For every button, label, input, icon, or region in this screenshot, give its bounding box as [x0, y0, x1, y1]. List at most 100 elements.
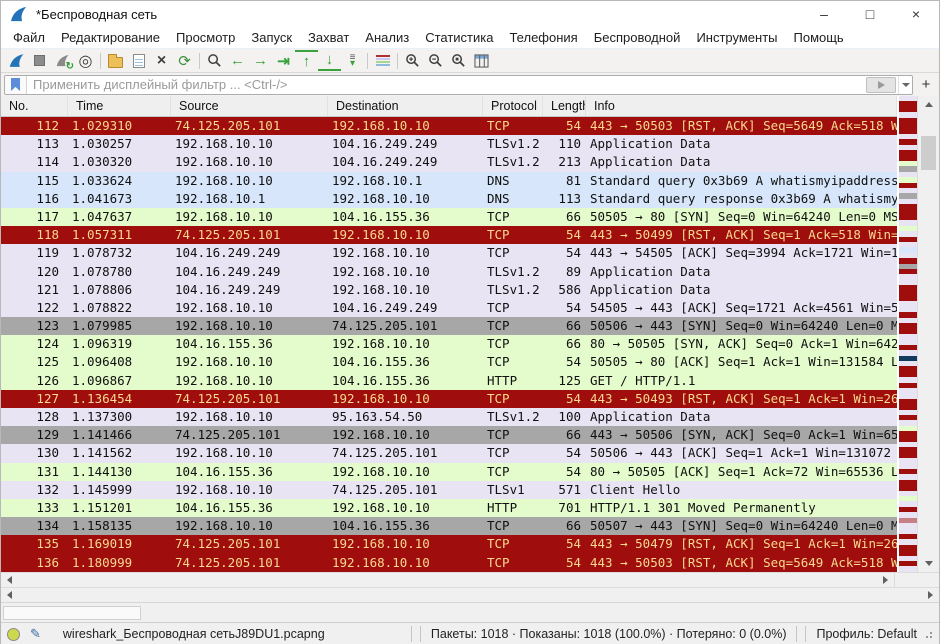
packet-row[interactable]: 135 1.169019 74.125.205.101 192.168.10.1…	[1, 535, 897, 553]
horizontal-scrollbar-list[interactable]	[1, 572, 939, 587]
column-header-destination[interactable]: Destination	[328, 96, 483, 116]
filter-dropdown-caret[interactable]	[898, 76, 912, 94]
cell-source: 74.125.205.101	[171, 535, 328, 553]
resize-grip[interactable]	[923, 628, 933, 640]
scroll-right-button[interactable]	[877, 573, 894, 587]
capture-comment-icon[interactable]: ✎	[30, 626, 41, 642]
menu-item[interactable]: Телефония	[501, 28, 585, 47]
menu-item[interactable]: Просмотр	[168, 28, 243, 47]
menu-item[interactable]: Захват	[300, 28, 357, 47]
resize-columns-icon[interactable]	[470, 50, 493, 71]
packet-row[interactable]: 132 1.145999 192.168.10.10 74.125.205.10…	[1, 481, 897, 499]
maximize-button[interactable]: □	[847, 1, 893, 27]
packet-row[interactable]: 120 1.078780 104.16.249.249 192.168.10.1…	[1, 263, 897, 281]
vertical-scroll-thumb[interactable]	[921, 136, 936, 170]
packet-row[interactable]: 117 1.047637 192.168.10.10 104.16.155.36…	[1, 208, 897, 226]
packet-row[interactable]: 114 1.030320 192.168.10.10 104.16.249.24…	[1, 153, 897, 171]
close-file-icon[interactable]: ×	[150, 50, 173, 71]
expert-info-icon[interactable]	[7, 628, 20, 641]
cell-no: 112	[1, 117, 68, 135]
restart-capture-icon[interactable]: ↻	[51, 50, 74, 71]
wireshark-logo-icon	[10, 6, 28, 22]
packet-row[interactable]: 124 1.096319 104.16.155.36 192.168.10.10…	[1, 335, 897, 353]
cell-length: 81	[543, 172, 586, 190]
column-header-time[interactable]: Time	[68, 96, 171, 116]
scroll-down-button[interactable]	[918, 555, 939, 572]
packet-row[interactable]: 115 1.033624 192.168.10.10 192.168.10.1 …	[1, 172, 897, 190]
menu-item[interactable]: Анализ	[357, 28, 417, 47]
packet-row[interactable]: 125 1.096408 192.168.10.10 104.16.155.36…	[1, 353, 897, 371]
packet-row[interactable]: 127 1.136454 74.125.205.101 192.168.10.1…	[1, 390, 897, 408]
capture-options-icon[interactable]: ◎	[74, 50, 97, 71]
autoscroll-icon[interactable]: ≡▾	[341, 50, 364, 71]
horizontal-scroll-track[interactable]	[18, 573, 877, 587]
filter-add-button[interactable]: +	[916, 75, 936, 95]
packet-row[interactable]: 116 1.041673 192.168.10.1 192.168.10.10 …	[1, 190, 897, 208]
cell-protocol: TCP	[483, 317, 543, 335]
packet-row[interactable]: 119 1.078732 104.16.249.249 192.168.10.1…	[1, 244, 897, 262]
packet-row[interactable]: 129 1.141466 74.125.205.101 192.168.10.1…	[1, 426, 897, 444]
menu-item[interactable]: Запуск	[243, 28, 300, 47]
column-header-source[interactable]: Source	[171, 96, 328, 116]
previous-packet-icon[interactable]: ←	[226, 50, 249, 71]
start-capture-icon[interactable]	[5, 50, 28, 71]
packet-row[interactable]: 121 1.078806 104.16.249.249 192.168.10.1…	[1, 281, 897, 299]
first-packet-icon[interactable]: ↑	[295, 50, 318, 71]
menu-item[interactable]: Статистика	[417, 28, 501, 47]
menu-item[interactable]: Беспроводной	[586, 28, 689, 47]
column-header-no[interactable]: No.	[1, 96, 68, 116]
minimize-button[interactable]: –	[801, 1, 847, 27]
horizontal-scrollbar-secondary[interactable]	[1, 587, 939, 602]
zoom-out-icon[interactable]	[424, 50, 447, 71]
column-header-protocol[interactable]: Protocol	[483, 96, 543, 116]
scroll-left-button[interactable]	[1, 588, 18, 602]
scroll-right-button[interactable]	[922, 588, 939, 602]
zoom-reset-icon[interactable]	[447, 50, 470, 71]
packet-row[interactable]: 118 1.057311 74.125.205.101 192.168.10.1…	[1, 226, 897, 244]
scroll-left-button[interactable]	[1, 573, 18, 587]
packet-row[interactable]: 136 1.180999 74.125.205.101 192.168.10.1…	[1, 554, 897, 572]
scroll-up-button[interactable]	[918, 96, 939, 113]
cell-length: 54	[543, 535, 586, 553]
packet-minimap[interactable]	[897, 96, 917, 572]
stop-capture-icon[interactable]	[28, 50, 51, 71]
menu-item[interactable]: Помощь	[786, 28, 852, 47]
cell-time: 1.141562	[68, 444, 171, 462]
filter-apply-button[interactable]	[866, 77, 896, 93]
packet-row[interactable]: 113 1.030257 192.168.10.10 104.16.249.24…	[1, 135, 897, 153]
menu-item[interactable]: Редактирование	[53, 28, 168, 47]
colorize-icon[interactable]	[371, 50, 394, 71]
next-packet-icon[interactable]: →	[249, 50, 272, 71]
packet-row[interactable]: 134 1.158135 192.168.10.10 104.16.155.36…	[1, 517, 897, 535]
packet-row[interactable]: 133 1.151201 104.16.155.36 192.168.10.10…	[1, 499, 897, 517]
find-packet-icon[interactable]	[203, 50, 226, 71]
menu-item[interactable]: Инструменты	[688, 28, 785, 47]
cell-protocol: TCP	[483, 535, 543, 553]
cell-length: 54	[543, 244, 586, 262]
packet-row[interactable]: 128 1.137300 192.168.10.10 95.163.54.50 …	[1, 408, 897, 426]
cell-source: 192.168.10.10	[171, 299, 328, 317]
close-button[interactable]: ×	[893, 1, 939, 27]
packet-row[interactable]: 126 1.096867 192.168.10.10 104.16.155.36…	[1, 372, 897, 390]
reload-file-icon[interactable]: ⟳	[173, 50, 196, 71]
cell-length: 54	[543, 117, 586, 135]
profile-selector[interactable]: Профиль: Default	[810, 627, 923, 641]
menu-item[interactable]: Файл	[5, 28, 53, 47]
packet-row[interactable]: 122 1.078822 192.168.10.10 104.16.249.24…	[1, 299, 897, 317]
display-filter-input[interactable]	[27, 77, 866, 92]
column-header-length[interactable]: Length	[543, 96, 586, 116]
packet-row[interactable]: 131 1.144130 104.16.155.36 192.168.10.10…	[1, 463, 897, 481]
packet-list-header: No. Time Source Destination Protocol Len…	[1, 96, 897, 117]
column-header-info[interactable]: Info	[586, 96, 897, 116]
open-file-icon[interactable]	[104, 50, 127, 71]
packet-row[interactable]: 112 1.029310 74.125.205.101 192.168.10.1…	[1, 117, 897, 135]
packet-row[interactable]: 123 1.079985 192.168.10.10 74.125.205.10…	[1, 317, 897, 335]
packet-row[interactable]: 130 1.141562 192.168.10.10 74.125.205.10…	[1, 444, 897, 462]
last-packet-icon[interactable]: ↓	[318, 50, 341, 71]
vertical-scrollbar[interactable]	[917, 96, 939, 572]
save-file-icon[interactable]	[127, 50, 150, 71]
filter-bookmark-icon[interactable]	[5, 76, 27, 94]
zoom-in-icon[interactable]	[401, 50, 424, 71]
horizontal-scroll-track[interactable]	[18, 588, 922, 602]
goto-packet-icon[interactable]: ⇥	[272, 50, 295, 71]
